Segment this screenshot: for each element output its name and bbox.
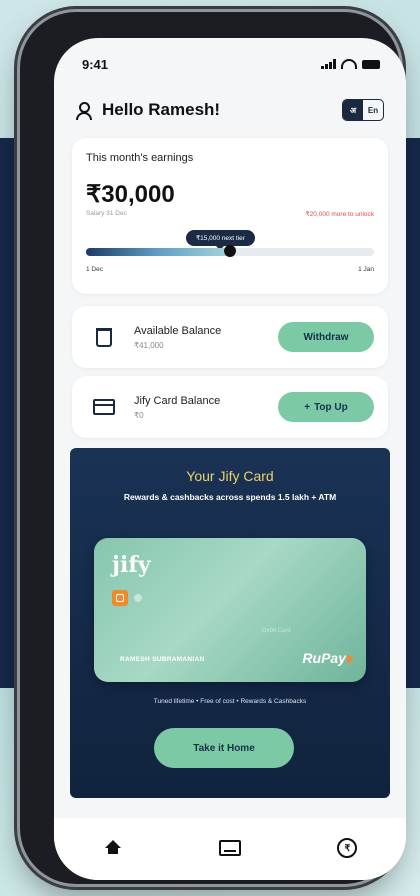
earnings-amount: ₹30,000 (86, 181, 175, 208)
status-icons (321, 59, 380, 69)
card-holder-name: RAMESH SUBRAMANIAN (120, 656, 205, 663)
card-nav-icon (218, 840, 241, 856)
debit-card-image: jify Debit Card RAMESH SUBRAMANIAN RuPay (94, 538, 366, 682)
greeting-text: Hello Ramesh! (102, 100, 221, 119)
progress-tooltip: ₹15,000 next tier (186, 230, 255, 250)
jify-card-balance-card: Jify Card Balance ₹0 + Top Up (72, 376, 388, 438)
earnings-subtext: Salary 31 Dec (86, 210, 127, 217)
status-bar: 9:41 (82, 54, 380, 74)
rupay-logo: RuPay (302, 650, 346, 666)
wifi-icon (341, 59, 357, 69)
card-icon (86, 399, 122, 415)
home-icon (104, 840, 121, 854)
nav-home[interactable] (93, 836, 133, 860)
header: Hello Ramesh! अ En (76, 98, 384, 122)
progress-start-label: 1 Dec (86, 266, 103, 273)
battery-icon (362, 59, 380, 69)
signal-icon (321, 59, 336, 69)
earnings-progress-fill (86, 248, 230, 256)
jify-card-promo: Your Jify Card Rewards & cashbacks acros… (70, 448, 390, 798)
earnings-progress-track (86, 245, 374, 257)
promo-subtitle: Rewards & cashbacks across spends 1.5 la… (123, 492, 337, 502)
earnings-progress-knob (224, 245, 236, 257)
rupay-mark-icon (347, 654, 354, 664)
promo-features: Tuned lifetime • Free of cost • Rewards … (153, 698, 307, 705)
available-balance-value: ₹41,000 (134, 340, 164, 350)
lang-option-inactive[interactable]: En (363, 100, 383, 120)
app-screen: 9:41 Hello Ramesh! अ En This month's ear… (54, 38, 406, 880)
earnings-note: ₹20,000 more to unlock (305, 211, 374, 218)
nav-rupee[interactable]: ₹ (327, 836, 367, 860)
nav-card[interactable] (210, 836, 250, 860)
language-toggle[interactable]: अ En (342, 99, 384, 121)
plus-icon: + (304, 401, 311, 413)
cup-icon (86, 327, 122, 347)
contactless-icon (134, 594, 142, 602)
jify-balance-title: Jify Card Balance (134, 394, 221, 407)
available-balance-card: Available Balance ₹41,000 Withdraw (72, 306, 388, 368)
status-time: 9:41 (82, 56, 109, 72)
earnings-card: This month's earnings ₹30,000 Salary 31 … (72, 138, 388, 294)
user-icon[interactable] (76, 102, 92, 120)
progress-end-label: 1 Jan (358, 266, 374, 273)
jify-balance-value: ₹0 (134, 410, 144, 420)
rupee-icon: ₹ (337, 838, 358, 858)
phone-frame: 9:41 Hello Ramesh! अ En This month's ear… (20, 12, 406, 884)
available-balance-title: Available Balance (134, 324, 222, 337)
bottom-nav: ₹ (54, 818, 406, 880)
card-chip-icon (112, 590, 128, 606)
card-faint-text: Debit Card (262, 628, 291, 634)
jify-logo: jify (112, 552, 151, 578)
top-up-button[interactable]: + Top Up (278, 392, 374, 422)
greeting: Hello Ramesh! (76, 100, 220, 120)
promo-title: Your Jify Card (186, 468, 274, 484)
earnings-title: This month's earnings (86, 152, 194, 164)
lang-option-active[interactable]: अ (343, 100, 363, 120)
top-up-label: Top Up (314, 401, 348, 413)
take-it-home-button[interactable]: Take it Home (154, 728, 294, 768)
withdraw-button[interactable]: Withdraw (278, 322, 374, 352)
